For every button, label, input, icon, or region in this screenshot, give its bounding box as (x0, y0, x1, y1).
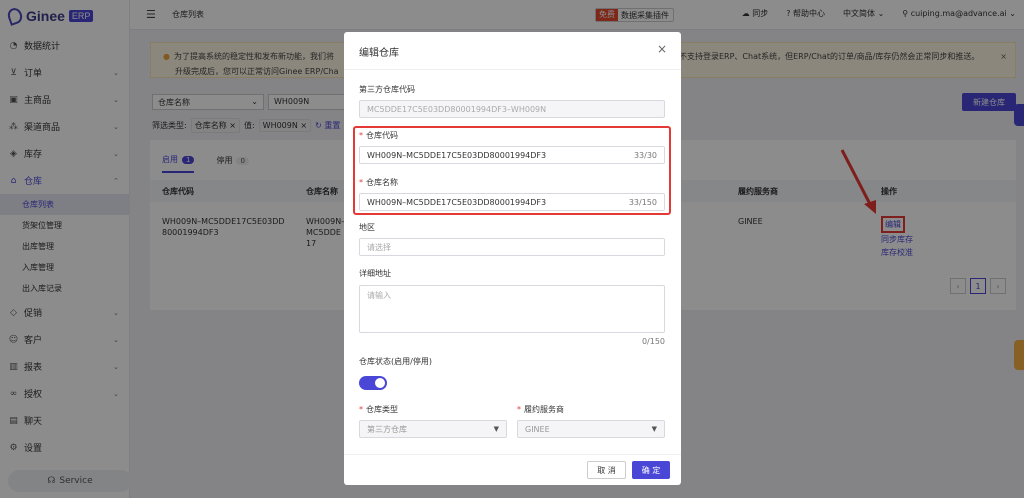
divider (344, 69, 681, 70)
required-mark: * (517, 405, 521, 414)
third-party-code-label: 第三方仓库代码 (359, 85, 415, 94)
address-label: 详细地址 (359, 269, 391, 278)
confirm-button[interactable]: 确 定 (632, 461, 670, 479)
status-toggle[interactable] (359, 376, 387, 390)
type-label-text: 仓库类型 (366, 405, 398, 414)
address-textarea[interactable]: 请输入 (359, 285, 665, 333)
name-count: 33/150 (628, 197, 657, 207)
divider (344, 454, 681, 455)
toggle-knob (375, 378, 385, 388)
type-label: * 仓库类型 (359, 404, 398, 415)
dialog-title: 编辑仓库 (359, 48, 399, 59)
warehouse-name-field[interactable]: WH009N–MC5DDE17C5E03DD80001994DF3 33/150 (359, 193, 665, 211)
third-party-code-field: MC5DDE17C5E03DD80001994DF3–WH009N (359, 100, 665, 118)
provider-label-text: 履约服务商 (524, 405, 564, 414)
name-label: * 仓库名称 (359, 177, 398, 188)
code-label-text: 仓库代码 (366, 131, 398, 140)
status-label: 仓库状态(启用/停用) (359, 357, 432, 366)
code-value: WH009N–MC5DDE17C5E03DD80001994DF3 (367, 150, 547, 160)
warehouse-type-select[interactable]: 第三方仓库 ▼ (359, 420, 507, 438)
edit-warehouse-dialog: 编辑仓库 × 第三方仓库代码 MC5DDE17C5E03DD80001994DF… (344, 32, 681, 485)
close-icon[interactable]: × (657, 42, 667, 56)
name-value: WH009N–MC5DDE17C5E03DD80001994DF3 (367, 197, 547, 207)
caret-down-icon: ▼ (651, 425, 657, 433)
warehouse-code-field[interactable]: WH009N–MC5DDE17C5E03DD80001994DF3 33/30 (359, 146, 665, 164)
provider-label: * 履约服务商 (517, 404, 564, 415)
region-label: 地区 (359, 223, 375, 232)
required-mark: * (359, 131, 363, 140)
region-placeholder: 请选择 (367, 242, 391, 252)
cancel-button[interactable]: 取 消 (587, 461, 626, 479)
type-value: 第三方仓库 (367, 424, 407, 434)
required-mark: * (359, 405, 363, 414)
caret-down-icon: ▼ (493, 425, 499, 433)
required-mark: * (359, 178, 363, 187)
region-select[interactable]: 请选择 (359, 238, 665, 256)
provider-select[interactable]: GINEE ▼ (517, 420, 665, 438)
name-label-text: 仓库名称 (366, 178, 398, 187)
provider-value: GINEE (525, 424, 550, 434)
code-count: 33/30 (633, 150, 657, 160)
code-label: * 仓库代码 (359, 130, 398, 141)
address-count: 0/150 (641, 337, 665, 346)
